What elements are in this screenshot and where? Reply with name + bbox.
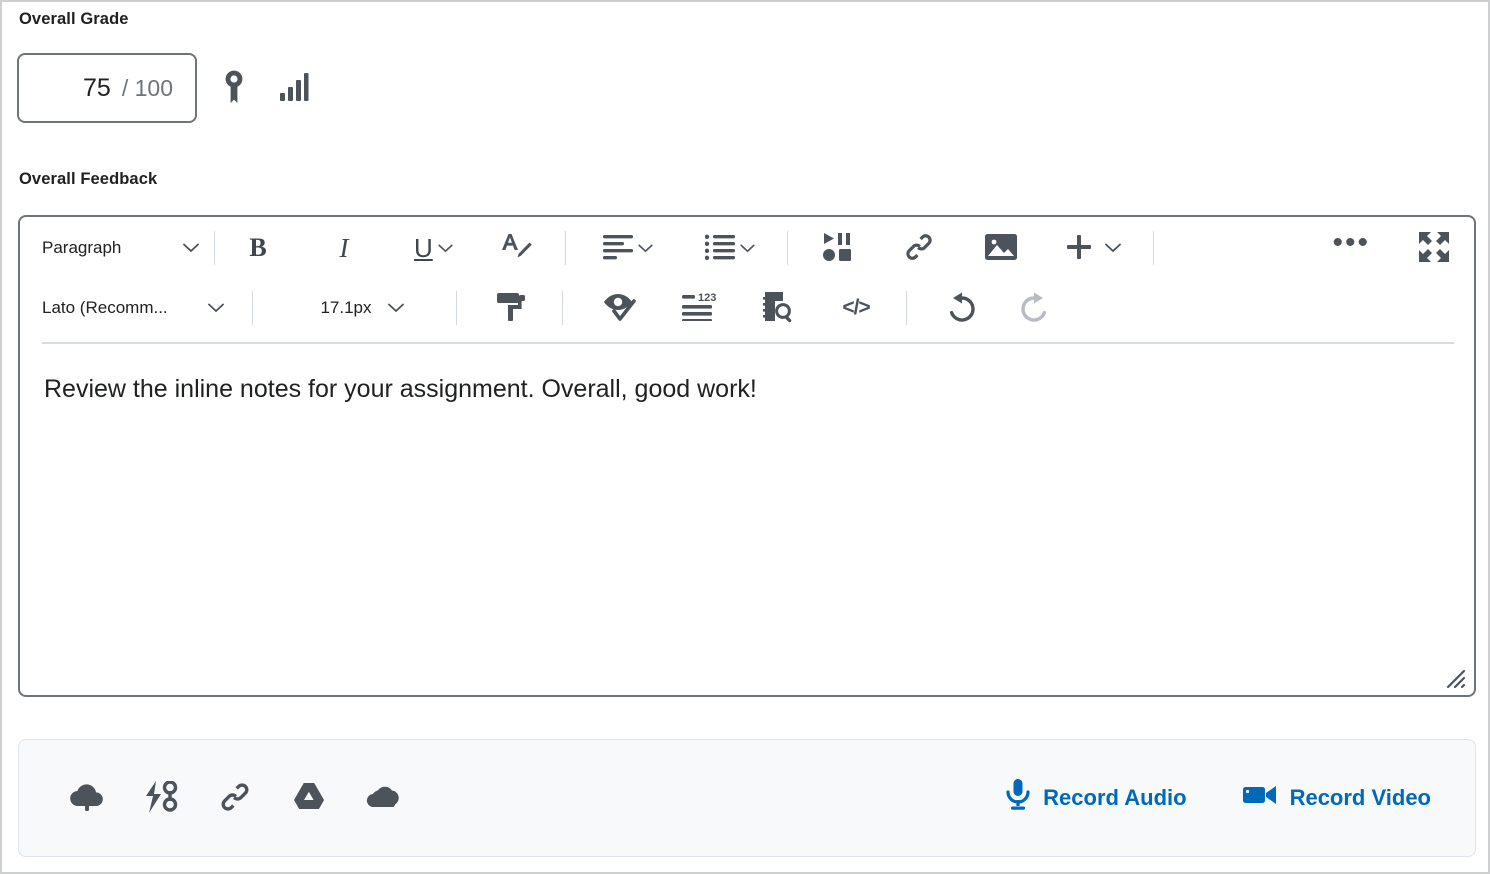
undo-button[interactable] bbox=[940, 286, 984, 330]
toolbar-divider bbox=[456, 291, 457, 325]
toolbar-divider bbox=[906, 291, 907, 325]
undo-icon bbox=[946, 291, 978, 326]
insert-link-button[interactable] bbox=[211, 774, 259, 822]
paragraph-style-select[interactable]: Paragraph bbox=[30, 228, 205, 268]
upload-cloud-icon bbox=[69, 782, 105, 815]
overall-grade-label: Overall Grade bbox=[19, 10, 129, 28]
preview-button[interactable] bbox=[756, 286, 800, 330]
overall-grade-feedback-panel: Overall Grade 75 / 100 Overall Feedback … bbox=[0, 0, 1490, 874]
google-drive-button[interactable] bbox=[285, 774, 333, 822]
score-value: 75 bbox=[83, 73, 111, 102]
link-icon bbox=[218, 781, 252, 816]
font-size-select[interactable]: 17.1px bbox=[284, 288, 434, 328]
italic-icon: I bbox=[339, 232, 349, 263]
ellipsis-icon: ••• bbox=[1332, 226, 1370, 259]
font-size-value: 17.1px bbox=[320, 298, 372, 317]
chevron-down-icon bbox=[183, 238, 199, 258]
score-denominator: / 100 bbox=[121, 74, 173, 101]
accessibility-eye-check-icon bbox=[602, 292, 636, 325]
document-search-icon bbox=[763, 291, 793, 326]
onedrive-button[interactable] bbox=[359, 774, 407, 822]
format-painter-button[interactable] bbox=[490, 286, 536, 330]
align-left-icon bbox=[602, 234, 633, 263]
quicklink-button[interactable] bbox=[137, 774, 185, 822]
toolbar-divider bbox=[786, 231, 788, 265]
overall-grade-row: 75 / 100 bbox=[17, 53, 317, 123]
score-input[interactable]: 75 / 100 bbox=[17, 53, 197, 123]
feedback-text-area[interactable]: Review the inline notes for your assignm… bbox=[20, 347, 1474, 695]
accessibility-check-button[interactable] bbox=[596, 286, 642, 330]
record-audio-label: Record Audio bbox=[1043, 785, 1187, 810]
link-icon bbox=[903, 232, 935, 265]
font-color-icon bbox=[499, 231, 533, 266]
font-color-button[interactable] bbox=[493, 226, 539, 270]
fullscreen-expand-icon bbox=[1418, 231, 1450, 266]
plus-icon bbox=[1065, 233, 1093, 264]
format-painter-icon bbox=[496, 291, 530, 326]
bulleted-list-icon bbox=[704, 234, 735, 263]
grade-statistics-icon bbox=[279, 72, 309, 105]
bold-button[interactable]: B bbox=[236, 226, 280, 270]
feedback-editor: Paragraph B I U ••• Lato (Recomm... 17.1… bbox=[18, 215, 1476, 697]
font-family-select[interactable]: Lato (Recomm... bbox=[30, 288, 230, 328]
font-family-value: Lato (Recomm... bbox=[42, 298, 168, 317]
chevron-down-icon bbox=[438, 241, 453, 256]
onedrive-icon bbox=[364, 783, 402, 814]
toolbar-divider bbox=[564, 231, 566, 265]
chevron-down-icon bbox=[740, 241, 755, 256]
svg-text:123: 123 bbox=[698, 293, 716, 304]
toolbar-divider bbox=[252, 291, 253, 325]
quicklink-icon bbox=[144, 779, 178, 816]
record-video-button[interactable]: Record Video bbox=[1237, 783, 1437, 813]
paragraph-style-value: Paragraph bbox=[42, 238, 122, 257]
google-drive-icon bbox=[291, 781, 327, 816]
video-camera-icon bbox=[1242, 784, 1277, 812]
add-button[interactable] bbox=[1059, 226, 1127, 270]
attachment-bar: Record Audio Record Video bbox=[18, 739, 1476, 857]
image-icon bbox=[984, 233, 1017, 263]
chevron-down-icon bbox=[1104, 241, 1121, 256]
record-button-group: Record Audio Record Video bbox=[1000, 778, 1437, 818]
toolbar-divider bbox=[214, 231, 215, 265]
link-button[interactable] bbox=[897, 226, 941, 270]
editor-toolbar-row-2: Lato (Recomm... 17.1px 123 </> bbox=[20, 279, 1474, 337]
toolbar-divider bbox=[562, 291, 563, 325]
chevron-down-icon bbox=[387, 298, 404, 318]
redo-button[interactable] bbox=[1012, 286, 1056, 330]
italic-button[interactable]: I bbox=[322, 226, 366, 270]
word-count-button[interactable]: 123 bbox=[676, 286, 722, 330]
record-video-label: Record Video bbox=[1289, 785, 1431, 810]
fullscreen-button[interactable] bbox=[1412, 226, 1456, 270]
html-source-button[interactable]: </> bbox=[834, 286, 878, 330]
rubric-award-icon-button[interactable] bbox=[211, 65, 257, 111]
word-count-icon: 123 bbox=[682, 292, 716, 324]
code-brackets-icon: </> bbox=[842, 296, 870, 319]
grade-statistics-icon-button[interactable] bbox=[271, 65, 317, 111]
resize-handle[interactable] bbox=[1444, 667, 1466, 689]
redo-icon bbox=[1018, 291, 1050, 326]
align-button[interactable] bbox=[597, 226, 659, 270]
rubric-award-icon bbox=[223, 70, 245, 107]
attachment-icon-group bbox=[63, 774, 407, 822]
editor-toolbar-row-1: Paragraph B I U ••• bbox=[20, 217, 1474, 279]
list-button[interactable] bbox=[699, 226, 761, 270]
chevron-down-icon bbox=[208, 298, 224, 318]
microphone-icon bbox=[1006, 779, 1030, 817]
record-audio-button[interactable]: Record Audio bbox=[1000, 778, 1192, 818]
toolbar-divider bbox=[1152, 231, 1154, 265]
insert-stuff-button[interactable] bbox=[817, 226, 861, 270]
underline-button[interactable]: U bbox=[408, 226, 459, 270]
upload-file-button[interactable] bbox=[63, 774, 111, 822]
more-options-button[interactable]: ••• bbox=[1326, 226, 1376, 270]
overall-feedback-label: Overall Feedback bbox=[19, 170, 158, 188]
bold-icon: B bbox=[249, 233, 267, 262]
underline-icon: U bbox=[414, 232, 433, 263]
image-button[interactable] bbox=[979, 226, 1023, 270]
toolbar-separator-line bbox=[42, 342, 1454, 344]
insert-stuff-icon bbox=[822, 232, 855, 265]
chevron-down-icon bbox=[638, 241, 653, 256]
